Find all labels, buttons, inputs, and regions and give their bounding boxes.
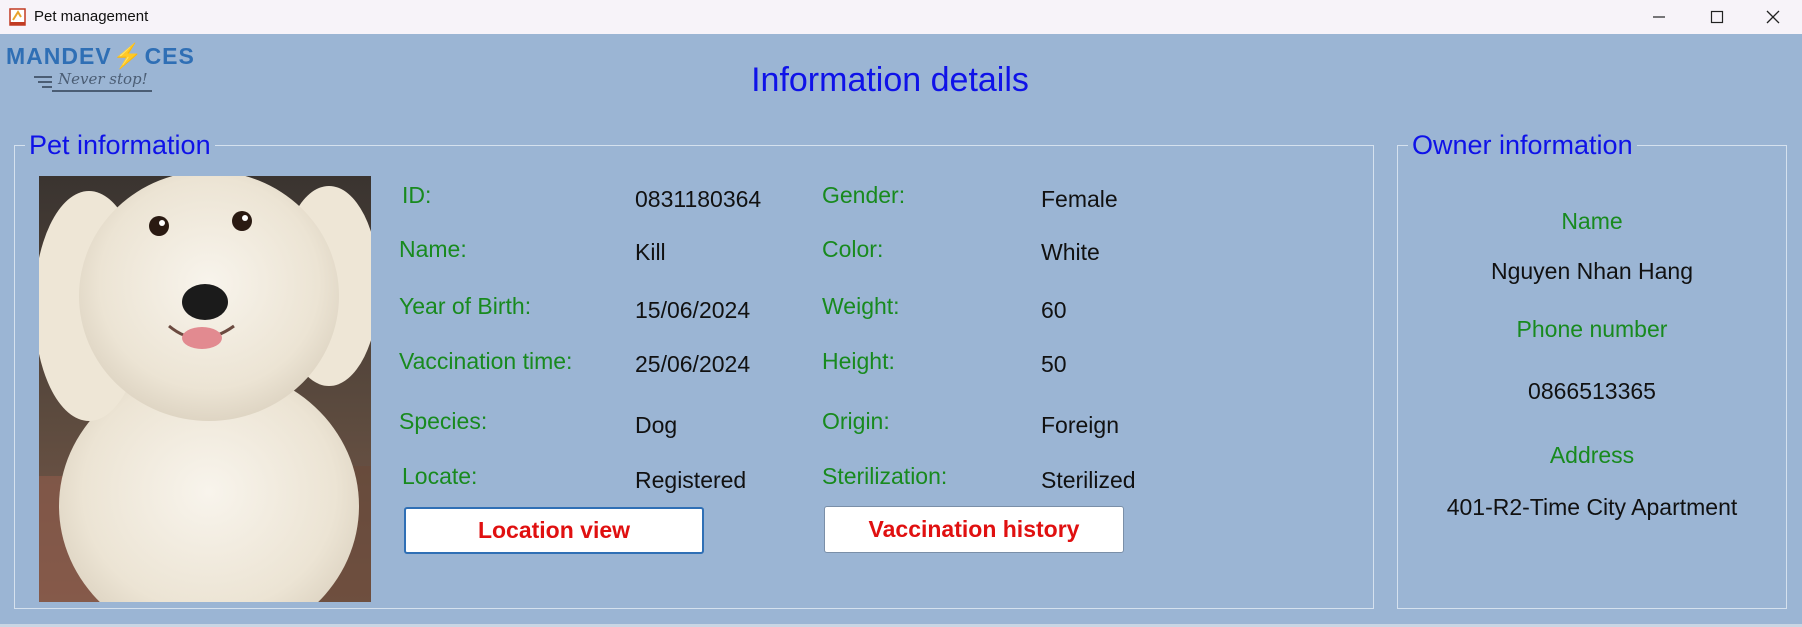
gender-label: Gender: — [822, 182, 906, 208]
owner-information-legend: Owner information — [1408, 128, 1637, 162]
height-value: 50 — [1041, 351, 1067, 377]
pet-information-legend: Pet information — [25, 128, 215, 162]
color-value: White — [1041, 239, 1100, 265]
species-value: Dog — [635, 412, 678, 438]
owner-name-label: Name — [1561, 208, 1623, 234]
vaccination-time-label: Vaccination time: — [399, 348, 573, 374]
id-label: ID: — [402, 182, 432, 208]
vaccination-history-button[interactable]: Vaccination history — [824, 506, 1124, 553]
pet-information-group: Pet information ID: 0831180364 Name: Kil… — [14, 128, 1374, 609]
window-title: Pet management — [34, 8, 149, 25]
owner-address-label: Address — [1549, 442, 1635, 468]
owner-address-value: 401-R2-Time City Apartment — [1446, 494, 1738, 520]
species-label: Species: — [399, 408, 488, 434]
weight-label: Weight: — [822, 293, 900, 319]
location-view-button[interactable]: Location view — [404, 507, 704, 554]
year-of-birth-label: Year of Birth: — [399, 293, 532, 319]
maximize-icon — [1710, 10, 1724, 24]
name-value: Kill — [635, 239, 666, 265]
locate-label: Locate: — [402, 463, 478, 489]
name-label: Name: — [399, 236, 467, 262]
minimize-icon — [1652, 10, 1666, 24]
app-icon — [8, 7, 28, 27]
owner-name-value: Nguyen Nhan Hang — [1490, 258, 1694, 284]
main-form: MANDEV ⚡ CES Never stop! Information det… — [0, 34, 1802, 627]
color-label: Color: — [822, 236, 884, 262]
locate-value: Registered — [635, 467, 747, 493]
pet-photo — [39, 176, 371, 602]
vaccination-time-value: 25/06/2024 — [635, 351, 751, 377]
year-of-birth-value: 15/06/2024 — [635, 297, 751, 323]
close-icon — [1766, 10, 1780, 24]
sterilization-label: Sterilization: — [822, 463, 948, 489]
owner-phone-value: 0866513365 — [1528, 378, 1656, 404]
origin-value: Foreign — [1041, 412, 1119, 438]
gender-value: Female — [1041, 186, 1118, 212]
id-value: 0831180364 — [635, 186, 762, 212]
page-title: Information details — [751, 61, 1029, 99]
owner-information-group: Owner information Name Nguyen Nhan Hang … — [1397, 128, 1787, 609]
sterilization-value: Sterilized — [1041, 467, 1136, 493]
origin-label: Origin: — [822, 408, 890, 434]
title-bar: Pet management — [0, 0, 1802, 34]
maximize-button[interactable] — [1688, 0, 1746, 34]
owner-phone-label: Phone number — [1516, 316, 1668, 342]
minimize-button[interactable] — [1630, 0, 1688, 34]
height-label: Height: — [822, 348, 895, 374]
weight-value: 60 — [1041, 297, 1067, 323]
close-button[interactable] — [1744, 0, 1802, 34]
